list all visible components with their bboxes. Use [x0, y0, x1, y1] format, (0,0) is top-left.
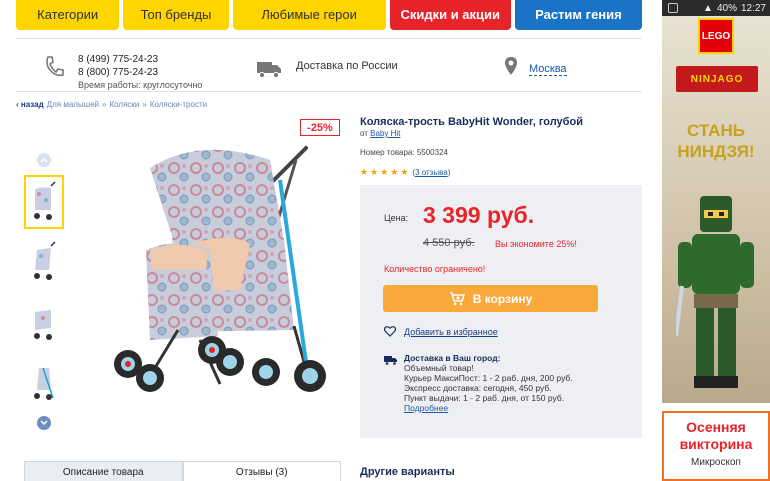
battery-level: 40% — [716, 2, 737, 14]
add-to-cart-button[interactable]: В корзину — [383, 285, 598, 312]
shipping-line: Курьер МаксиПост: 1 - 2 раб. дня, 200 ру… — [404, 373, 573, 383]
ad2-headline: Осенняя викторина — [679, 419, 753, 452]
add-to-favorites[interactable]: Добавить в избранное — [384, 326, 498, 337]
heart-icon — [384, 326, 396, 337]
ad2-subtitle: Микроскоп — [691, 457, 741, 468]
tab-reviews[interactable]: Отзывы (3) — [182, 461, 341, 481]
status-bar: ▲ 40% 12:27 — [662, 0, 770, 16]
phone-icon — [46, 56, 64, 77]
signal-icon: ▲ — [703, 2, 713, 14]
ninja-figure-image — [676, 196, 754, 388]
lego-ninjago-ad[interactable]: LEGO NINJAGO СТАНЬ НИНДЗЯ! — [662, 16, 770, 403]
nav-favorite-heroes[interactable]: Любимые герои — [232, 0, 386, 30]
price-box: Цена: 3 399 руб. 4 550 руб. Вы экономите… — [360, 185, 642, 438]
star-icon: ★ — [380, 167, 389, 177]
reviews-link[interactable]: (3 отзыва) — [412, 168, 450, 177]
gallery-thumbnail[interactable] — [24, 175, 64, 229]
star-icon: ★ — [390, 167, 399, 177]
chevron-down-icon — [40, 420, 48, 426]
gallery-thumbnail[interactable] — [24, 235, 64, 289]
add-to-favorites-label: Добавить в избранное — [404, 326, 498, 337]
breadcrumb-separator: » — [102, 100, 107, 109]
gallery-prev-button[interactable] — [37, 153, 51, 167]
breadcrumb-item[interactable]: Коляски — [109, 100, 139, 109]
star-icon: ★ — [400, 167, 409, 177]
other-variants-heading: Другие варианты — [360, 466, 455, 478]
brand-prefix: от — [360, 129, 368, 138]
back-link-label: назад — [20, 100, 44, 109]
working-hours: Время работы: круглосуточно — [78, 80, 203, 90]
product-rating[interactable]: ★ ★ ★ ★ ★ (3 отзыва) — [360, 167, 450, 178]
breadcrumb-item[interactable]: Для малышей — [47, 100, 99, 109]
info-bar: 8 (499) 775-24-23 8 (800) 775-24-23 Врем… — [16, 38, 642, 92]
gallery-next-button[interactable] — [37, 416, 51, 430]
nav-grow-genius-label: Растим гения — [535, 7, 622, 22]
stock-warning: Количество ограничено! — [384, 264, 486, 274]
product-brand: от Baby Hit — [360, 129, 400, 138]
savings-text: Вы экономите 25%! — [495, 239, 577, 249]
stroller-thumbnail-image — [34, 310, 52, 340]
product-tabs: Описание товара Отзывы (3) — [24, 461, 341, 481]
nav-top-brands[interactable]: Топ бренды — [123, 0, 229, 30]
lego-logo: LEGO — [698, 18, 734, 54]
clock: 12:27 — [740, 2, 766, 14]
reviews-link-label: 3 отзыва — [415, 168, 448, 177]
stroller-thumbnail-image — [34, 241, 56, 280]
contact-phones: 8 (499) 775-24-23 8 (800) 775-24-23 Врем… — [78, 53, 202, 92]
category-nav: Категории Топ бренды Любимые герои Скидк… — [16, 0, 643, 30]
shipping-lines: Доставка в Ваш город: Объемный товар! Ку… — [404, 353, 634, 413]
price-label: Цена: — [384, 213, 409, 223]
phone-number-1[interactable]: 8 (499) 775-24-23 — [78, 53, 202, 66]
star-icon: ★ — [370, 167, 379, 177]
location-pin-icon — [505, 57, 517, 75]
add-to-cart-label: В корзину — [472, 291, 533, 306]
shipping-line: Пункт выдачи: 1 - 2 раб. дня, от 150 руб… — [404, 393, 565, 403]
current-price: 3 399 руб. — [423, 202, 535, 228]
cart-icon — [449, 291, 465, 305]
delivery-info[interactable]: Доставка по России — [296, 60, 398, 72]
gallery-thumbnail[interactable] — [24, 355, 64, 409]
city-selector[interactable]: Москва — [529, 63, 567, 76]
breadcrumb-separator: » — [142, 100, 147, 109]
breadcrumb-item[interactable]: Коляски-трости — [150, 100, 207, 109]
nav-sales[interactable]: Скидки и акции — [389, 0, 511, 30]
ad-headline: СТАНЬ НИНДЗЯ! — [677, 121, 755, 161]
product-sku: Номер товара: 5500324 — [360, 148, 448, 157]
gallery-thumbnail[interactable] — [24, 295, 64, 349]
shipping-line: Экспресс доставка: сегодня, 450 руб. — [404, 383, 552, 393]
chevron-up-icon — [40, 157, 48, 163]
shipping-heading: Доставка в Ваш город: — [404, 353, 501, 363]
autumn-quiz-ad[interactable]: Осенняя викторина Микроскоп — [662, 411, 770, 481]
phone-number-2[interactable]: 8 (800) 775-24-23 — [78, 66, 202, 79]
nav-grow-genius[interactable]: Растим гения — [514, 0, 643, 30]
tab-description[interactable]: Описание товара — [24, 461, 183, 481]
star-icon: ★ — [360, 167, 369, 177]
notification-icon — [668, 3, 678, 13]
stroller-thumbnail-image — [34, 181, 56, 220]
nav-categories[interactable]: Категории — [16, 0, 120, 30]
product-title: Коляска-трость BabyHit Wonder, голубой — [360, 116, 583, 128]
truck-icon — [257, 62, 281, 79]
brand-link[interactable]: Baby Hit — [370, 129, 400, 138]
old-price: 4 550 руб. — [423, 237, 475, 249]
discount-badge: -25% — [300, 119, 340, 136]
stroller-thumbnail-image — [34, 367, 54, 400]
ninjago-logo: NINJAGO — [676, 66, 758, 92]
back-link[interactable]: ‹ назад — [16, 100, 44, 109]
truck-icon — [384, 356, 397, 365]
shipping-line: Объемный товар! — [404, 363, 474, 373]
breadcrumb: ‹ назад Для малышей » Коляски » Коляски-… — [16, 100, 207, 109]
shipping-more-link[interactable]: Подробнее — [404, 403, 634, 413]
product-main-image[interactable] — [80, 140, 342, 404]
